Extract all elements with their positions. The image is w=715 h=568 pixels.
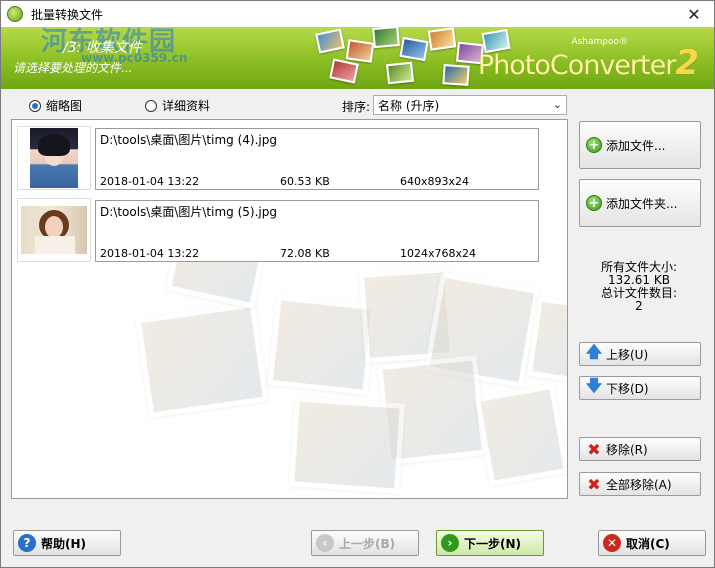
next-button[interactable]: › 下一步(N)	[436, 530, 544, 556]
close-button[interactable]: ✕	[674, 1, 714, 27]
brand-product: PhotoConverter2	[477, 43, 699, 83]
details-label: 详细资料	[162, 99, 211, 113]
arrow-right-icon: ›	[441, 534, 459, 552]
move-up-label: 上移(U)	[606, 347, 649, 362]
brand-maker: Ashampoo®	[571, 37, 628, 47]
wizard-step-title: /3: 收集文件	[63, 40, 142, 56]
remove-all-button[interactable]: ✖ 全部移除(A)	[579, 472, 701, 496]
move-down-label: 下移(D)	[606, 381, 649, 396]
move-down-button[interactable]: 🡇 下移(D)	[579, 376, 701, 400]
thumbnail-image	[21, 206, 87, 254]
remove-x-icon: ✖	[587, 439, 601, 459]
add-files-label: 添加文件...	[606, 138, 666, 153]
remove-all-label: 全部移除(A)	[606, 477, 672, 492]
title-bar: 批量转换文件 ✕	[1, 1, 714, 27]
cancel-icon: ✕	[603, 534, 621, 552]
cancel-label: 取消(C)	[626, 536, 670, 551]
back-button[interactable]: ‹ 上一步(B)	[311, 530, 419, 556]
remove-all-x-icon: ✖	[587, 474, 601, 494]
back-label: 上一步(B)	[339, 536, 396, 551]
file-list[interactable]: D:\tools\桌面\图片\timg (4).jpg 2018-01-04 1…	[11, 119, 568, 499]
remove-label: 移除(R)	[606, 442, 648, 457]
remove-button[interactable]: ✖ 移除(R)	[579, 437, 701, 461]
next-label: 下一步(N)	[464, 536, 522, 551]
sort-value: 名称 (升序)	[378, 98, 440, 113]
move-up-button[interactable]: 🡅 上移(U)	[579, 342, 701, 366]
add-folder-label: 添加文件夹...	[606, 196, 678, 211]
radio-unchecked-icon	[145, 99, 157, 112]
list-item[interactable]: D:\tools\桌面\图片\timg (4).jpg 2018-01-04 1…	[17, 126, 541, 190]
file-path: D:\tools\桌面\图片\timg (4).jpg	[100, 133, 277, 147]
sort-select[interactable]: 名称 (升序) ⌄	[373, 95, 567, 115]
help-label: 帮助(H)	[41, 536, 87, 551]
file-info-box: D:\tools\桌面\图片\timg (5).jpg 2018-01-04 1…	[95, 200, 539, 262]
cancel-button[interactable]: ✕ 取消(C)	[598, 530, 706, 556]
file-dimensions: 1024x768x24	[400, 247, 477, 260]
list-item[interactable]: D:\tools\桌面\图片\timg (5).jpg 2018-01-04 1…	[17, 198, 541, 262]
file-path: D:\tools\桌面\图片\timg (5).jpg	[100, 205, 277, 219]
plus-icon: +	[586, 195, 602, 211]
file-thumbnail	[17, 126, 91, 190]
brand-logo: Ashampoo® PhotoConverter2	[477, 35, 699, 83]
chevron-down-icon: ⌄	[552, 98, 562, 111]
file-date: 2018-01-04 13:22	[100, 247, 200, 260]
radio-checked-icon	[29, 99, 41, 112]
header-banner: 河东软件园 www.pc0359.cn /3: 收集文件 请选择要处理的文件..…	[1, 27, 714, 89]
arrow-down-icon: 🡇	[585, 375, 603, 395]
total-count-value: 2	[635, 299, 643, 313]
file-thumbnail	[17, 198, 91, 262]
thumbnails-label: 缩略图	[46, 99, 83, 113]
arrow-left-icon: ‹	[316, 534, 334, 552]
add-folder-button[interactable]: + 添加文件夹...	[579, 179, 701, 227]
file-size: 72.08 KB	[280, 247, 330, 260]
wizard-step-subtitle: 请选择要处理的文件...	[13, 61, 133, 75]
help-button[interactable]: ? 帮助(H)	[13, 530, 121, 556]
file-size: 60.53 KB	[280, 175, 330, 188]
app-logo-icon	[7, 6, 23, 22]
sort-label: 排序:	[342, 100, 371, 114]
view-options-row: 缩略图 详细资料 排序: 名称 (升序) ⌄	[1, 93, 714, 117]
file-stats: 所有文件大小: 132.61 KB 总计文件数目: 2	[581, 261, 697, 313]
plus-icon: +	[586, 137, 602, 153]
thumbnails-radio[interactable]: 缩略图	[29, 97, 82, 114]
brand-version: 2	[675, 43, 699, 83]
window-title: 批量转换文件	[31, 7, 104, 22]
converter-window: 批量转换文件 ✕ 河东软件园 www.pc0359.cn /3: 收集文件 请选…	[0, 0, 715, 568]
help-icon: ?	[18, 534, 36, 552]
thumbnail-image	[30, 128, 78, 188]
file-date: 2018-01-04 13:22	[100, 175, 200, 188]
arrow-up-icon: 🡅	[585, 341, 603, 361]
add-files-button[interactable]: + 添加文件...	[579, 121, 701, 169]
file-dimensions: 640x893x24	[400, 175, 470, 188]
details-radio[interactable]: 详细资料	[145, 97, 210, 114]
file-info-box: D:\tools\桌面\图片\timg (4).jpg 2018-01-04 1…	[95, 128, 539, 190]
